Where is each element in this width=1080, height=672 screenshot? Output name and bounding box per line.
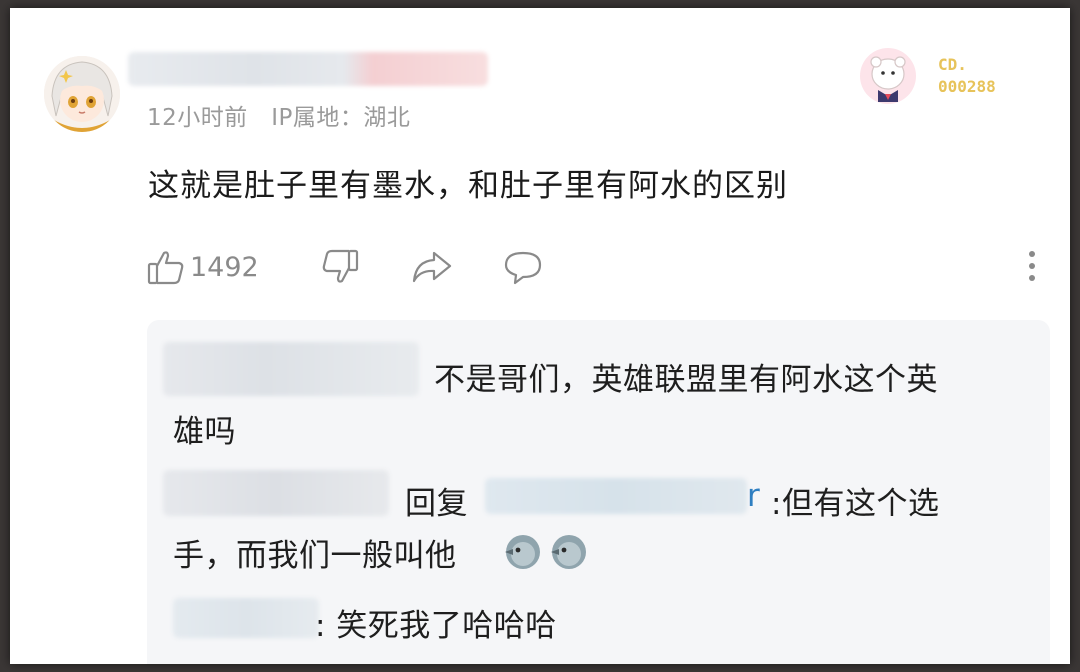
dove-emoji-icon [549, 532, 589, 572]
reply-button[interactable] [502, 244, 544, 290]
comment-bubble-icon [502, 247, 544, 287]
reply-3-text-line1: : 笑死我了哈哈哈 [315, 608, 557, 644]
user-avatar[interactable] [44, 56, 120, 132]
comment-time: 12小时前 [147, 105, 248, 131]
comment-actions: 1492 [146, 244, 1046, 290]
like-button[interactable]: 1492 [146, 244, 259, 290]
reply-1-text-line1: 不是哥们，英雄联盟里有阿水这个英 [434, 362, 938, 398]
ip-location: 湖北 [363, 105, 411, 131]
reply-2-target-redacted[interactable] [485, 478, 747, 514]
more-vertical-icon [1026, 247, 1038, 287]
screenshot-frame: 12小时前 IP属地：湖北 CD. 000288 这就是肚子里有墨水，和肚子里有… [10, 8, 1070, 664]
reply-1-username-redacted[interactable] [163, 342, 419, 396]
reply-2-reply-word: 回复 [405, 486, 468, 522]
badge-text: CD. 000288 [938, 54, 1038, 98]
anime-avatar-icon [44, 56, 120, 132]
like-count: 1492 [190, 251, 259, 283]
ip-label: IP属地： [271, 105, 364, 131]
comment-meta: 12小时前 IP属地：湖北 [147, 98, 410, 132]
reply-2-text-line2: 手，而我们一般叫他 [173, 538, 457, 574]
thumbs-down-icon [320, 247, 360, 287]
dislike-button[interactable] [320, 244, 360, 290]
badge-number: 000288 [938, 77, 996, 96]
share-button[interactable] [410, 244, 454, 290]
badge-line1: CD. [938, 55, 967, 74]
reply-2-text-line1: :但有这个选 [771, 486, 940, 522]
reply-2-username-redacted[interactable] [163, 470, 389, 516]
thumbs-up-icon [146, 247, 186, 287]
replies-panel: 不是哥们，英雄联盟里有阿水这个英 雄吗 回复 r :但有这个选 手，而我们一般叫… [147, 320, 1050, 664]
dove-emoji-icon [503, 532, 543, 572]
reply-3-username-redacted[interactable] [173, 598, 319, 638]
reply-2-target-name-end[interactable]: r [747, 478, 760, 514]
share-arrow-icon [410, 247, 454, 287]
fan-badge-icon[interactable] [858, 44, 922, 108]
more-options-button[interactable] [1026, 244, 1038, 290]
reply-1-text-line2: 雄吗 [173, 414, 236, 450]
username-redacted[interactable] [128, 52, 488, 86]
comment-text: 这就是肚子里有墨水，和肚子里有阿水的区别 [148, 168, 788, 204]
